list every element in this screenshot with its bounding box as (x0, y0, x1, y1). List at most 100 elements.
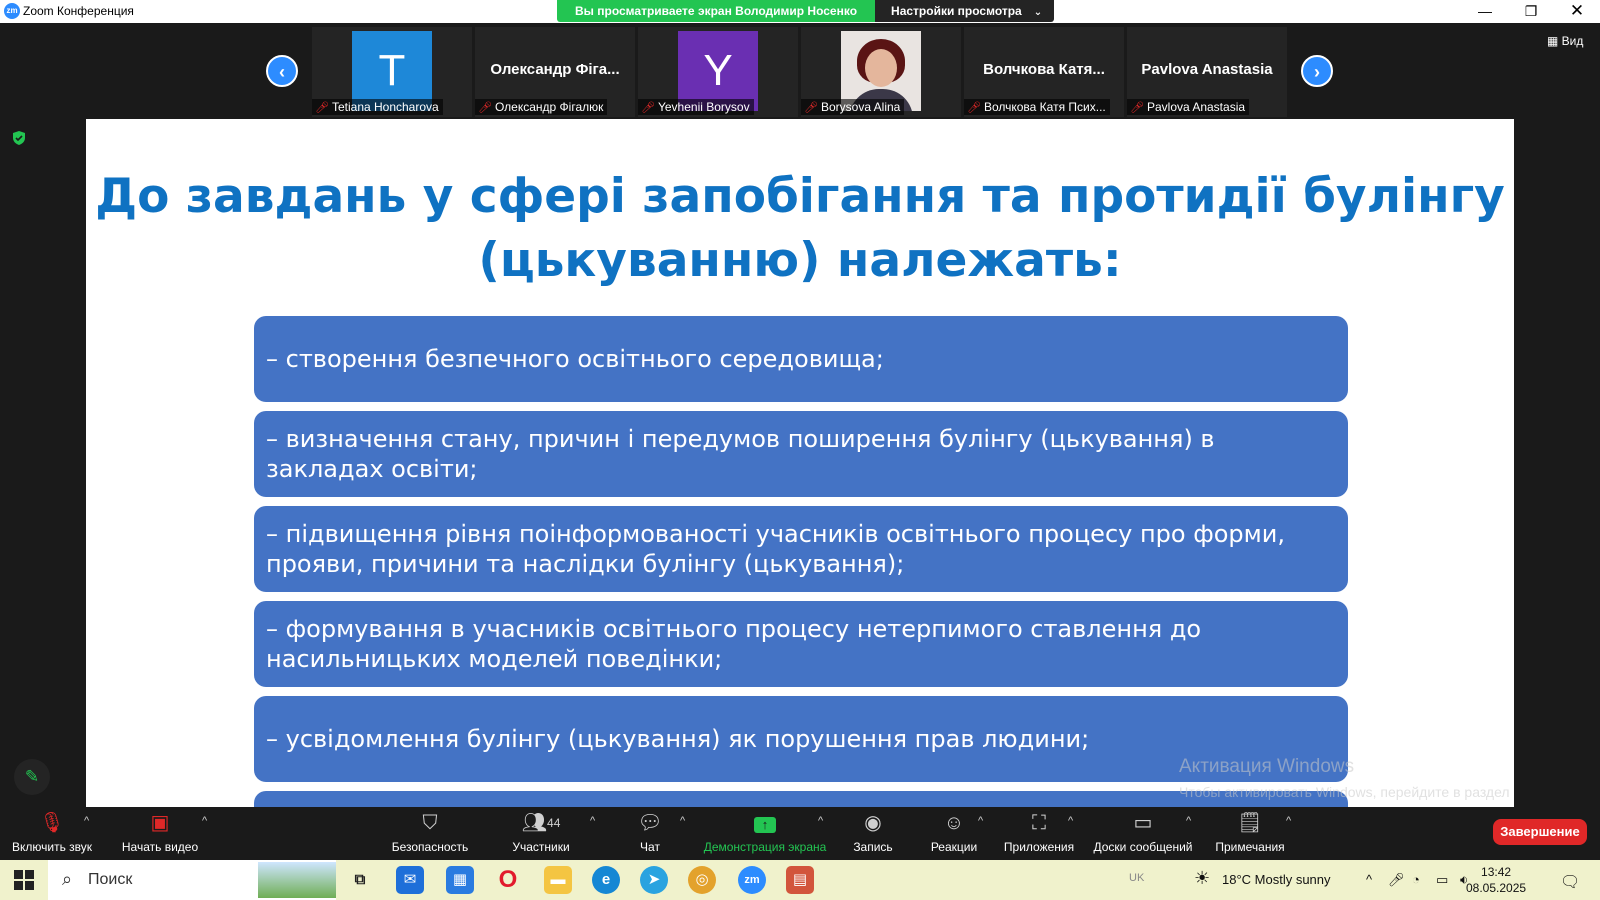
security-button[interactable]: ⛉ Безопасность (388, 811, 472, 854)
view-settings-label: Настройки просмотра (891, 4, 1022, 18)
apps-button[interactable]: ⛶ Приложения (1000, 811, 1078, 854)
activation-watermark-title: Активация Windows (1179, 756, 1355, 777)
video-off-icon: ▣ (150, 812, 170, 834)
record-icon: ◉ (864, 812, 882, 834)
slide-title: До завдань у сфері запобігання та протид… (95, 169, 1505, 288)
participant-display-name: Олександр Фіга... (490, 61, 620, 78)
gallery-prev-button[interactable]: ‹ (266, 55, 298, 87)
restore-button[interactable]: ❐ (1508, 0, 1554, 22)
meeting-toolbar: 🎙︎ Включить звук ^ ▣ Начать видео ^ ⛉ Бе… (0, 807, 1600, 860)
participant-name-label: 🎤︎ Олександр Фігалюк (475, 99, 608, 115)
chrome-icon[interactable]: ◎ (688, 866, 716, 894)
file-explorer-icon[interactable]: ▬ (544, 866, 572, 894)
weather-label[interactable]: 18°C Mostly sunny (1222, 872, 1331, 887)
windows-start-icon[interactable] (14, 870, 34, 890)
participant-tile[interactable]: 🎤︎ Borysova Alina (801, 27, 961, 117)
whiteboards-options-caret[interactable]: ^ (1186, 815, 1191, 827)
end-meeting-button[interactable]: Завершение (1493, 819, 1587, 845)
edge-icon[interactable]: e (592, 866, 620, 894)
share-banner: Вы просматриваете экран Володимир Носенк… (557, 0, 1055, 22)
language-indicator[interactable]: UK (1129, 872, 1144, 884)
telegram-icon[interactable]: ➤ (640, 866, 668, 894)
muted-mic-icon: 🎤︎ (967, 102, 981, 114)
gallery-next-button[interactable]: › (1301, 55, 1333, 87)
chat-bubble-icon: 💬︎ (637, 812, 663, 834)
muted-mic-icon: 🎤︎ (478, 102, 492, 114)
battery-icon[interactable]: ▭ (1436, 872, 1448, 888)
slide-list-item: – формування в учасників освітнього проц… (254, 601, 1348, 687)
shared-screen: До завдань у сфері запобігання та протид… (86, 119, 1514, 807)
whiteboards-button[interactable]: ▭ Доски сообщений (1090, 811, 1196, 854)
opera-icon[interactable]: O (494, 866, 522, 894)
microphone-icon[interactable]: 🎤︎ (1388, 872, 1405, 888)
shield-icon: ⛉ (422, 812, 438, 834)
slide-list-item: – створення безпечного освітнього середо… (254, 316, 1348, 402)
muted-mic-icon: 🎤︎ (641, 102, 655, 114)
task-view-icon[interactable]: ⧉ (346, 866, 374, 894)
start-video-button[interactable]: ▣ Начать видео (118, 811, 202, 854)
view-settings-button[interactable]: Настройки просмотра ⌄ (875, 0, 1055, 22)
viewing-screen-label: Вы просматриваете экран Володимир Носенк… (557, 0, 876, 22)
notes-button[interactable]: 🗒︎ Примечания (1212, 811, 1288, 854)
share-options-caret[interactable]: ^ (818, 815, 823, 827)
participants-icon: 👥︎44 (521, 812, 561, 834)
search-highlight-image (258, 862, 336, 898)
tray-chevron-icon[interactable]: ^ (1366, 872, 1372, 887)
video-options-caret[interactable]: ^ (202, 815, 207, 827)
windows-taskbar: ⌕ Поиск ⧉ ✉ ▦ O ▬ e ➤ ◎ zm ▤ UK ☀ 18°C M… (0, 860, 1600, 900)
participants-button[interactable]: 👥︎44 Участники (506, 811, 576, 854)
store-icon[interactable]: ▦ (446, 866, 474, 894)
app-title: Zoom Конференция (23, 4, 134, 18)
zoom-logo-icon: zm (4, 3, 20, 19)
apps-options-caret[interactable]: ^ (1068, 815, 1073, 827)
reactions-options-caret[interactable]: ^ (978, 815, 983, 827)
participant-name-label: 🎤︎ Yevhenii Borysov (638, 99, 754, 115)
participant-name-label: 🎤︎ Волчкова Катя Псих... (964, 99, 1110, 115)
record-button[interactable]: ◉ Запись (848, 811, 898, 854)
participant-tile[interactable]: Y 🎤︎ Yevhenii Borysov (638, 27, 798, 117)
audio-options-caret[interactable]: ^ (84, 815, 89, 827)
reactions-button[interactable]: ☺ Реакции (926, 811, 982, 854)
muted-microphone-icon: 🎙︎ (39, 812, 65, 834)
zoom-taskbar-icon[interactable]: zm (738, 866, 766, 894)
participant-name-label: 🎤︎ Tetiana Honcharova (312, 99, 443, 115)
network-icon[interactable]: ◔ (1412, 872, 1420, 887)
close-button[interactable]: ✕ (1554, 0, 1600, 22)
participant-name-label: 🎤︎ Pavlova Anastasia (1127, 99, 1250, 115)
minimize-button[interactable]: — (1462, 0, 1508, 22)
participant-tile[interactable]: Олександр Фіга... 🎤︎ Олександр Фігалюк (475, 27, 635, 117)
mail-icon[interactable]: ✉ (396, 866, 424, 894)
unmute-button[interactable]: 🎙︎ Включить звук (8, 811, 96, 854)
search-icon: ⌕ (62, 869, 73, 889)
notes-options-caret[interactable]: ^ (1286, 815, 1291, 827)
chat-button[interactable]: 💬︎ Чат (630, 811, 670, 854)
grid-icon: ▦ (1547, 34, 1562, 48)
participant-display-name: Волчкова Катя... (983, 61, 1105, 78)
notifications-icon[interactable]: 🗨︎ (1560, 872, 1580, 892)
security-shield-icon (13, 131, 25, 145)
view-button[interactable]: ▦ Вид (1547, 34, 1583, 48)
participant-tile[interactable]: T 🎤︎ Tetiana Honcharova (312, 27, 472, 117)
share-screen-button[interactable]: ↑ Демонстрация экрана (700, 811, 830, 854)
muted-mic-icon: 🎤︎ (315, 102, 329, 114)
participant-display-name: Pavlova Anastasia (1141, 61, 1273, 78)
whiteboard-icon: ▭ (1133, 812, 1153, 834)
muted-mic-icon: 🎤︎ (804, 102, 818, 114)
search-input[interactable]: Поиск (88, 871, 132, 889)
participants-options-caret[interactable]: ^ (590, 815, 595, 827)
participant-tile[interactable]: Pavlova Anastasia 🎤︎ Pavlova Anastasia (1127, 27, 1287, 117)
participant-name-label: 🎤︎ Borysova Alina (801, 99, 905, 115)
chat-options-caret[interactable]: ^ (680, 815, 685, 827)
weather-icon: ☀ (1194, 868, 1211, 888)
annotate-pencil-icon[interactable]: ✎ (14, 759, 50, 795)
smiley-icon: ☺ (943, 812, 965, 834)
notes-icon: 🗒︎ (1237, 812, 1263, 834)
participant-tile[interactable]: Волчкова Катя... 🎤︎ Волчкова Катя Псих... (964, 27, 1124, 117)
share-screen-icon: ↑ (700, 811, 830, 835)
slide-list-item: – підвищення рівня поінформованості учас… (254, 506, 1348, 592)
powerpoint-icon[interactable]: ▤ (786, 866, 814, 894)
system-clock[interactable]: 13:42 08.05.2025 (1466, 864, 1526, 896)
chevron-down-icon: ⌄ (1033, 7, 1043, 18)
slide-list-item: – визначення стану, причин і передумов п… (254, 411, 1348, 497)
apps-icon: ⛶ (1032, 812, 1046, 834)
